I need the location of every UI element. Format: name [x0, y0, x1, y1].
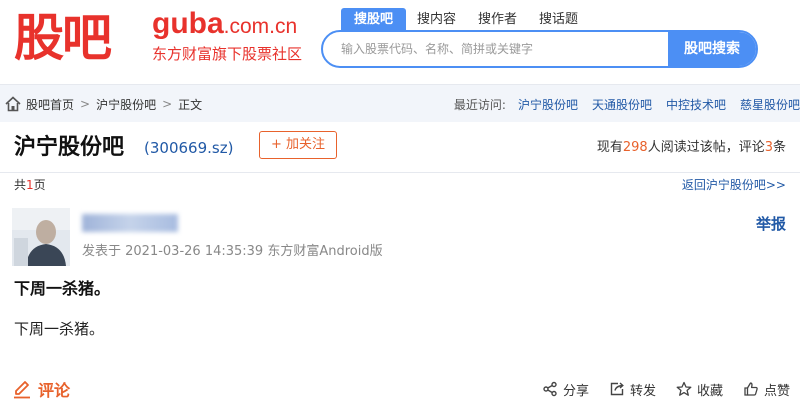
tab-search-topic[interactable]: 搜话题 [528, 8, 589, 32]
site-header: 股吧 guba.com.cn 东方财富旗下股票社区 搜股吧 搜内容 搜作者 搜话… [0, 0, 800, 82]
page-count-suffix: 页 [33, 178, 46, 192]
logo-tagline: 东方财富旗下股票社区 [152, 45, 303, 63]
thumb-up-icon [744, 382, 758, 396]
comment-label: 评论 [38, 381, 71, 400]
comment-button[interactable]: 评论 [12, 376, 70, 402]
bar-name[interactable]: 沪宁股份吧 [14, 132, 124, 164]
breadcrumb-bar-link[interactable]: 沪宁股份吧 [96, 96, 156, 113]
page-count: 共1页 [14, 176, 46, 194]
tab-search-bar[interactable]: 搜股吧 [341, 8, 407, 32]
stock-code[interactable]: (300669.sz) [144, 137, 233, 159]
post-meta: 发表于 2021-03-26 14:35:39 东方财富Android版 [82, 244, 383, 259]
pencil-icon [14, 381, 30, 399]
favorite-button[interactable]: 收藏 [676, 380, 723, 399]
recent-item[interactable]: 沪宁股份吧 [518, 96, 578, 113]
username-blurred[interactable] [82, 214, 178, 232]
logo[interactable]: 股吧 [14, 2, 112, 74]
bar-title-row: 沪宁股份吧 (300669.sz) + 加关注 现有298人阅读过该帖，评论3条 [0, 124, 800, 172]
recent-visits-label: 最近访问: [453, 97, 506, 112]
breadcrumb-bar: 股吧首页 > 沪宁股份吧 > 正文 最近访问: 沪宁股份吧 天通股份吧 中控技术… [0, 84, 800, 122]
breadcrumb-separator: > [80, 97, 91, 111]
logo-domain-suffix: .com.cn [223, 15, 298, 38]
stats-prefix: 现有 [596, 140, 623, 155]
forward-button[interactable]: 转发 [609, 380, 656, 399]
like-label: 点赞 [763, 383, 790, 399]
page-count-number: 1 [26, 178, 34, 192]
search-button[interactable]: 股吧搜索 [668, 32, 756, 66]
share-button[interactable]: 分享 [542, 380, 589, 399]
recent-item[interactable]: 慈星股份吧 [740, 96, 800, 113]
logo-guba-text: guba [152, 7, 224, 40]
search-input[interactable] [323, 32, 668, 66]
post-actions: 分享 转发 收藏 点赞 [522, 376, 790, 402]
tab-search-author[interactable]: 搜作者 [467, 8, 528, 32]
recent-visits: 最近访问: 沪宁股份吧 天通股份吧 中控技术吧 慈星股份吧 [454, 85, 800, 123]
share-icon [543, 381, 557, 397]
search-tabs: 搜股吧 搜内容 搜作者 搜话题 [341, 8, 589, 32]
forward-label: 转发 [629, 383, 656, 399]
avatar-image [12, 208, 70, 266]
recent-item[interactable]: 天通股份吧 [592, 96, 652, 113]
tab-search-content[interactable]: 搜内容 [406, 8, 467, 32]
star-icon [676, 381, 692, 396]
avatar[interactable] [12, 208, 70, 266]
breadcrumb-separator: > [162, 97, 173, 111]
page-count-prefix: 共 [14, 178, 27, 192]
breadcrumb: 股吧首页 > 沪宁股份吧 > 正文 [4, 85, 202, 123]
stats-suffix: 条 [772, 140, 786, 155]
stats-mid: 人阅读过该帖，评论 [647, 140, 765, 155]
share-label: 分享 [562, 383, 589, 399]
search-box: 股吧搜索 [321, 30, 758, 68]
divider [0, 172, 800, 173]
read-stats: 现有298人阅读过该帖，评论3条 [597, 138, 786, 158]
post-title: 下周一杀猪。 [14, 279, 111, 298]
back-to-bar-link[interactable]: 返回沪宁股份吧>> [682, 176, 786, 194]
home-icon[interactable] [4, 95, 22, 113]
breadcrumb-home[interactable]: 股吧首页 [26, 96, 74, 113]
logo-domain[interactable]: guba.com.cn [152, 4, 297, 47]
breadcrumb-current: 正文 [178, 97, 203, 112]
forward-icon [610, 382, 624, 396]
read-count: 298 [622, 140, 648, 155]
follow-button[interactable]: + 加关注 [259, 131, 337, 159]
post-body: 下周一杀猪。 [14, 320, 105, 338]
favorite-label: 收藏 [696, 383, 723, 399]
comment-count: 3 [764, 140, 773, 155]
report-button[interactable]: 举报 [756, 214, 786, 234]
recent-item[interactable]: 中控技术吧 [666, 96, 726, 113]
like-button[interactable]: 点赞 [743, 380, 790, 399]
